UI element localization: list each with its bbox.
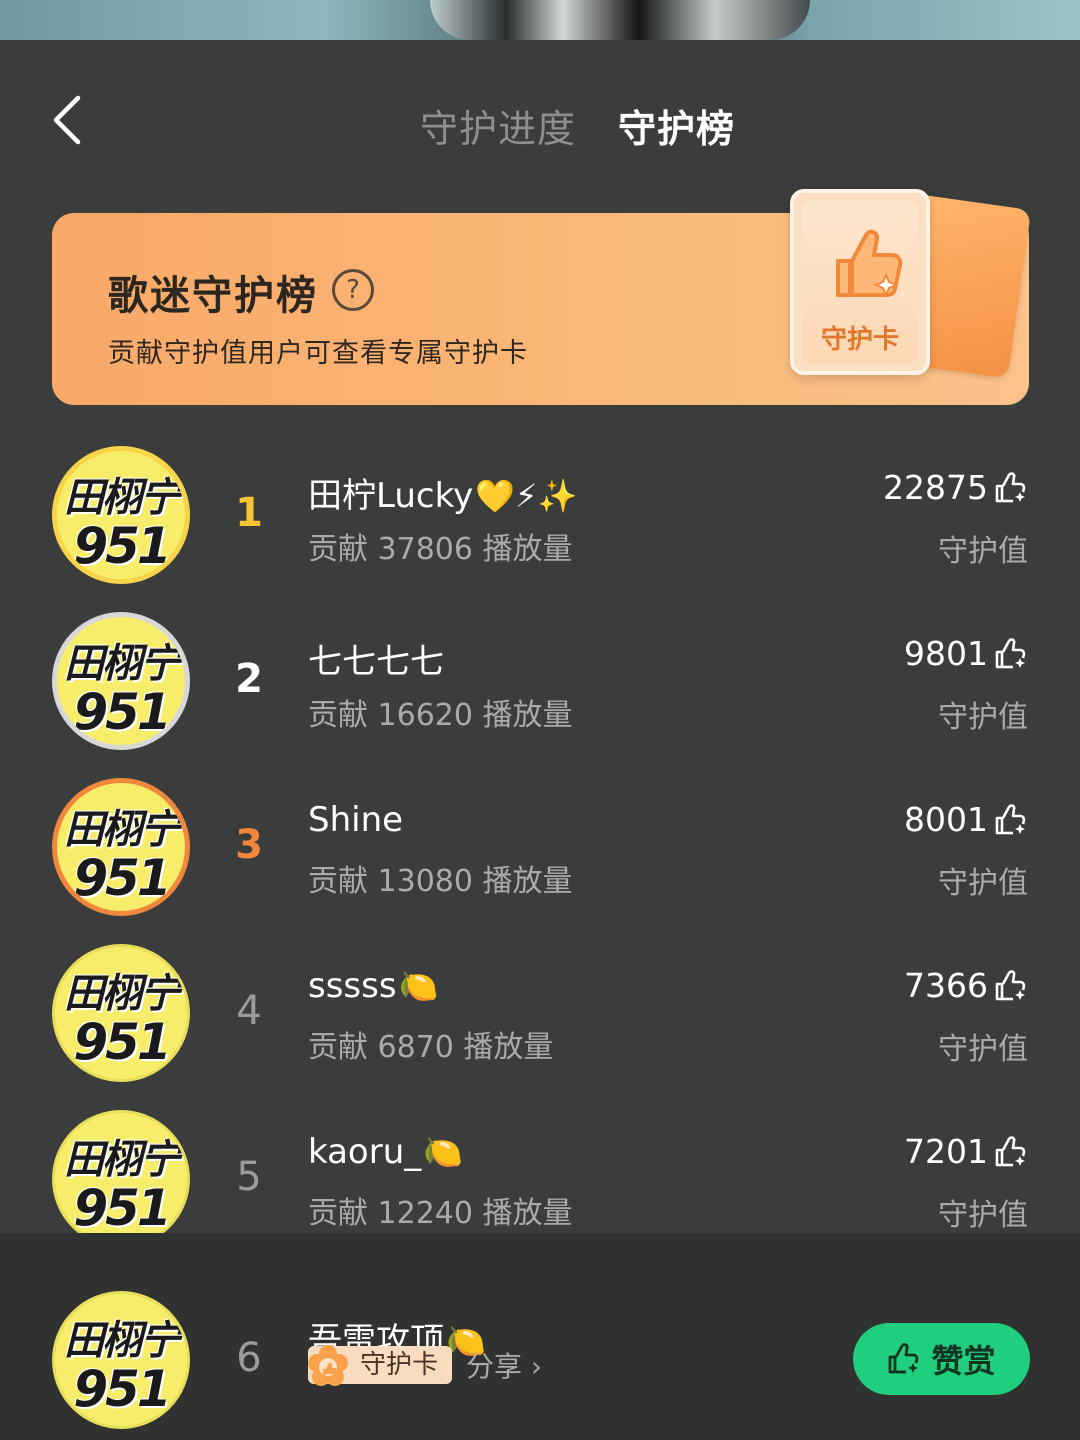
contribution-text: 贡献 13080 播放量 xyxy=(308,864,573,899)
guard-score-value: 22875 xyxy=(883,468,988,507)
user-name: 七七七七 xyxy=(308,634,446,683)
banner-subtitle: 贡献守护值用户可查看专属守护卡 xyxy=(108,338,528,369)
guard-card-badge-label: 守护卡 xyxy=(360,1350,439,1380)
avatar-text-line1: 田栩宁 xyxy=(64,1318,180,1364)
ranking-row-2[interactable]: 田栩宁 951 2 七七七七 贡献 16620 播放量 9801 守护值 xyxy=(0,612,1080,778)
user-name: 田柠Lucky💛⚡✨ xyxy=(308,468,577,517)
banner-title: 歌迷守护榜 xyxy=(108,273,318,319)
contribution-text: 贡献 37806 播放量 xyxy=(308,532,573,567)
thumbs-up-sparkle-icon xyxy=(889,1343,919,1374)
guard-card-share: 守护卡 分享 › xyxy=(308,1345,542,1386)
guard-score-label: 守护值 xyxy=(938,866,1028,901)
ranking-row-3[interactable]: 田栩宁 951 3 Shine 贡献 13080 播放量 8001 守护值 xyxy=(0,778,1080,944)
guard-card-label: 守护卡 xyxy=(820,325,899,355)
avatar-text-line1: 田栩宁 xyxy=(64,971,180,1017)
user-name: kaoru_🍋 xyxy=(308,1132,463,1172)
avatar-text-line2: 951 xyxy=(73,517,171,575)
share-link[interactable]: 分享 › xyxy=(466,1345,542,1385)
rank-number: 1 xyxy=(235,490,263,536)
ranking-row-4[interactable]: 田栩宁 951 4 sssss🍋 贡献 6870 播放量 7366 守护值 xyxy=(0,944,1080,1110)
my-rank-bar: 田栩宁 951 6 吾雷攻顶🍋 守护卡 分享 › 赞赏 xyxy=(0,1233,1080,1440)
user-name-emoji: 🍋 xyxy=(398,967,439,1005)
fan-guard-banner[interactable]: 歌迷守护榜 ? 贡献守护值用户可查看专属守护卡 守护卡 xyxy=(52,189,1032,405)
guard-card-image[interactable]: 守护卡 xyxy=(790,189,930,375)
avatar[interactable]: 田栩宁 951 xyxy=(52,778,190,916)
contribution-text: 贡献 12240 播放量 xyxy=(308,1196,573,1231)
avatar-text-line2: 951 xyxy=(73,1179,171,1237)
chevron-left-icon xyxy=(53,95,81,145)
contribution-text: 贡献 6870 播放量 xyxy=(308,1030,554,1065)
thumbs-up-sparkle-icon xyxy=(995,1135,1026,1166)
thumbs-up-sparkle-icon xyxy=(995,471,1026,502)
reward-button-label: 赞赏 xyxy=(931,1342,996,1380)
guard-card-badge[interactable]: 守护卡 xyxy=(308,1345,453,1386)
user-name-emoji: 💛⚡✨ xyxy=(475,477,578,515)
rank-number: 4 xyxy=(236,988,262,1034)
user-name-text: 七七七七 xyxy=(308,642,444,682)
guard-score-label: 守护值 xyxy=(938,1032,1028,1067)
guard-score: 9801 xyxy=(904,634,1028,673)
rank-number: 5 xyxy=(236,1154,262,1200)
user-name-emoji: 🍋 xyxy=(423,1133,464,1171)
user-name-text: sssss xyxy=(308,966,397,1006)
tab-guard-progress[interactable]: 守护进度 xyxy=(420,98,576,153)
contribution-text: 贡献 16620 播放量 xyxy=(308,698,573,733)
guard-score-value: 7366 xyxy=(904,966,988,1005)
video-preview-shape xyxy=(430,0,810,40)
avatar-text-line2: 951 xyxy=(73,1013,171,1071)
reward-button[interactable]: 赞赏 xyxy=(853,1323,1030,1395)
header: 守护进度 守护榜 xyxy=(0,40,1080,205)
avatar-text-line2: 951 xyxy=(73,683,171,741)
avatar-text-line2: 951 xyxy=(73,849,171,907)
user-name-text: kaoru_ xyxy=(308,1132,422,1172)
rank-number: 2 xyxy=(235,656,263,702)
guard-card-inner: 守护卡 xyxy=(802,201,918,363)
avatar[interactable]: 田栩宁 951 xyxy=(52,944,190,1082)
tab-guard-ranking[interactable]: 守护榜 xyxy=(618,98,735,153)
guard-score: 22875 xyxy=(883,468,1028,507)
avatar[interactable]: 田栩宁 951 xyxy=(52,612,190,750)
thumbs-up-sparkle-icon xyxy=(995,803,1026,834)
avatar-text-line1: 田栩宁 xyxy=(64,1137,180,1183)
guard-score: 7366 xyxy=(904,966,1028,1005)
user-name-text: 田柠Lucky xyxy=(308,476,474,516)
user-name-text: Shine xyxy=(308,800,404,840)
avatar[interactable]: 田栩宁 951 xyxy=(52,446,190,584)
user-name: sssss🍋 xyxy=(308,966,438,1006)
avatar-text-line1: 田栩宁 xyxy=(64,641,180,687)
guard-score: 8001 xyxy=(904,800,1028,839)
guard-score-label: 守护值 xyxy=(938,700,1028,735)
avatar-text-line1: 田栩宁 xyxy=(64,807,180,853)
flower-badge-icon xyxy=(308,1345,348,1386)
thumbs-up-sparkle-icon xyxy=(995,637,1026,668)
avatar-text-line1: 田栩宁 xyxy=(64,475,180,521)
thumbs-up-sparkle-icon xyxy=(995,969,1026,1000)
thumbs-up-icon xyxy=(836,229,903,298)
guard-score-label: 守护值 xyxy=(938,1198,1028,1233)
ranking-row-1[interactable]: 田栩宁 951 1 田柠Lucky💛⚡✨ 贡献 37806 播放量 22875 … xyxy=(0,446,1080,612)
guard-score: 7201 xyxy=(904,1132,1028,1171)
video-preview-strip xyxy=(0,0,1080,40)
back-button[interactable] xyxy=(40,90,100,150)
avatar-text-line2: 951 xyxy=(73,1360,171,1418)
rank-number: 3 xyxy=(235,822,263,868)
guard-score-label: 守护值 xyxy=(938,534,1028,569)
guardian-ranking-page: 守护进度 守护榜 歌迷守护榜 ? 贡献守护值用户可查看专属守护卡 守护卡 田栩宁… xyxy=(0,0,1080,1440)
guard-score-value: 8001 xyxy=(904,800,988,839)
help-icon[interactable]: ? xyxy=(332,269,374,311)
avatar[interactable]: 田栩宁 951 xyxy=(52,1110,190,1248)
guard-score-value: 7201 xyxy=(904,1132,988,1171)
rank-number: 6 xyxy=(236,1335,262,1381)
avatar[interactable]: 田栩宁 951 xyxy=(52,1291,190,1429)
guard-score-value: 9801 xyxy=(904,634,988,673)
user-name: Shine xyxy=(308,800,405,840)
